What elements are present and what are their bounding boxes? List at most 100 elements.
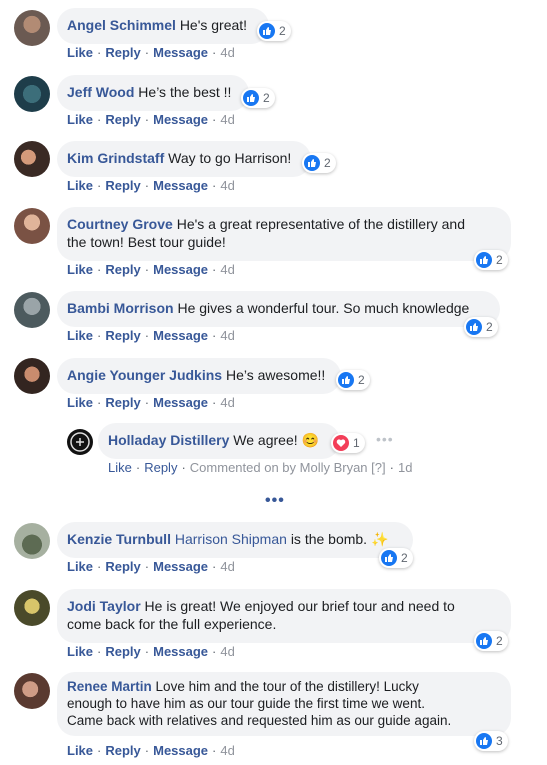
comment-text: He’s the best !! (138, 84, 232, 100)
reply-link[interactable]: Reply (105, 112, 140, 127)
comment-bubble: Bambi Morrison He gives a wonderful tour… (57, 291, 500, 327)
like-link[interactable]: Like (67, 45, 93, 60)
like-link[interactable]: Like (67, 178, 93, 193)
like-link[interactable]: Like (67, 112, 93, 127)
avatar[interactable] (14, 10, 50, 46)
avatar[interactable] (14, 208, 50, 244)
comment-text: Way to go Harrison! (168, 150, 292, 166)
timestamp[interactable]: 4d (220, 644, 234, 659)
comment-bubble: Kenzie Turnbull Harrison Shipman is the … (57, 522, 413, 558)
like-icon (466, 319, 482, 335)
message-link[interactable]: Message (153, 644, 208, 659)
avatar[interactable] (14, 141, 50, 177)
like-link[interactable]: Like (67, 328, 93, 343)
comment-bubble: Angel Schimmel He's great! (57, 8, 269, 44)
comment-text: is the bomb. (290, 531, 368, 547)
message-link[interactable]: Message (153, 559, 208, 574)
reaction-count[interactable]: 1 (331, 433, 365, 453)
message-link[interactable]: Message (153, 328, 208, 343)
mention-link[interactable]: Harrison Shipman (175, 531, 287, 547)
avatar[interactable] (14, 590, 50, 626)
avatar[interactable] (14, 358, 50, 394)
reaction-count[interactable]: 2 (302, 153, 336, 173)
like-icon (304, 155, 320, 171)
like-icon (381, 550, 397, 566)
reaction-count[interactable]: 2 (464, 317, 498, 337)
help-mark[interactable]: [?] (371, 460, 385, 475)
comment-actions: Like · Reply · Message · 4d (67, 644, 235, 659)
reply-link[interactable]: Reply (105, 45, 140, 60)
timestamp[interactable]: 4d (220, 743, 234, 758)
timestamp[interactable]: 4d (220, 45, 234, 60)
heart-icon (333, 435, 349, 451)
avatar[interactable] (14, 292, 50, 328)
reaction-count[interactable]: 2 (379, 548, 413, 568)
comment-actions: Like · Reply · Message · 4d (67, 178, 235, 193)
timestamp[interactable]: 1d (398, 460, 412, 475)
reply-link[interactable]: Reply (105, 559, 140, 574)
comment-actions: Like · Reply · Message · 4d (67, 743, 235, 758)
timestamp[interactable]: 4d (220, 112, 234, 127)
comment-author[interactable]: Kim Grindstaff (67, 150, 164, 166)
comment-author[interactable]: Jeff Wood (67, 84, 134, 100)
commented-on-label: Commented on by Molly Bryan (189, 460, 368, 475)
like-link[interactable]: Like (108, 460, 132, 475)
comment-bubble: Angie Younger Judkins He’s awesome!! (57, 358, 341, 394)
message-link[interactable]: Message (153, 112, 208, 127)
more-options-icon[interactable]: ••• (376, 431, 394, 447)
reply-link[interactable]: Reply (105, 395, 140, 410)
message-link[interactable]: Message (153, 395, 208, 410)
comment-author[interactable]: Kenzie Turnbull (67, 531, 171, 547)
timestamp[interactable]: 4d (220, 559, 234, 574)
avatar[interactable] (14, 523, 50, 559)
like-link[interactable]: Like (67, 743, 93, 758)
timestamp[interactable]: 4d (220, 395, 234, 410)
avatar[interactable] (14, 673, 50, 709)
reply-link[interactable]: Reply (105, 644, 140, 659)
comment-author[interactable]: Angel Schimmel (67, 17, 176, 33)
comment-actions: Like · Reply · Message · 4d (67, 112, 235, 127)
comment-text: He is great! We enjoyed our brief tour a… (144, 598, 455, 614)
reply-link[interactable]: Reply (105, 262, 140, 277)
comment-text: come back for the full experience. (67, 616, 277, 632)
reply-link[interactable]: Reply (144, 460, 177, 475)
comment-author[interactable]: Holladay Distillery (108, 432, 229, 448)
comment-bubble: Renee Martin Love him and the tour of th… (57, 672, 511, 736)
reaction-count[interactable]: 2 (241, 88, 275, 108)
reply-link[interactable]: Reply (105, 178, 140, 193)
reaction-count[interactable]: 2 (474, 250, 508, 270)
comment-author[interactable]: Courtney Grove (67, 216, 173, 232)
comment-actions: Like · Reply · Message · 4d (67, 262, 235, 277)
reaction-count[interactable]: 2 (257, 21, 291, 41)
page-avatar[interactable] (67, 429, 93, 455)
message-link[interactable]: Message (153, 262, 208, 277)
comment-text: Came back with relatives and requested h… (67, 713, 452, 728)
reply-link[interactable]: Reply (105, 743, 140, 758)
comment-text: He's great! (179, 17, 248, 33)
comment-author[interactable]: Angie Younger Judkins (67, 367, 222, 383)
timestamp[interactable]: 4d (220, 262, 234, 277)
reply-link[interactable]: Reply (105, 328, 140, 343)
comment-author[interactable]: Jodi Taylor (67, 598, 141, 614)
like-link[interactable]: Like (67, 559, 93, 574)
avatar[interactable] (14, 76, 50, 112)
like-link[interactable]: Like (67, 644, 93, 659)
reaction-count[interactable]: 3 (474, 731, 508, 751)
timestamp[interactable]: 4d (220, 328, 234, 343)
comment-author[interactable]: Renee Martin (67, 679, 152, 694)
timestamp[interactable]: 4d (220, 178, 234, 193)
like-link[interactable]: Like (67, 262, 93, 277)
like-icon (476, 252, 492, 268)
message-link[interactable]: Message (153, 45, 208, 60)
reaction-count[interactable]: 2 (336, 370, 370, 390)
comment-actions: Like · Reply · Message · 4d (67, 328, 235, 343)
comment-bubble: Holladay Distillery We agree! 😊 (98, 423, 340, 459)
comment-author[interactable]: Bambi Morrison (67, 300, 174, 316)
message-link[interactable]: Message (153, 178, 208, 193)
comment-text: He's a great representative of the disti… (176, 216, 465, 232)
like-link[interactable]: Like (67, 395, 93, 410)
more-replies-dots[interactable]: ••• (265, 492, 285, 510)
like-icon (476, 733, 492, 749)
reaction-count[interactable]: 2 (474, 631, 508, 651)
message-link[interactable]: Message (153, 743, 208, 758)
